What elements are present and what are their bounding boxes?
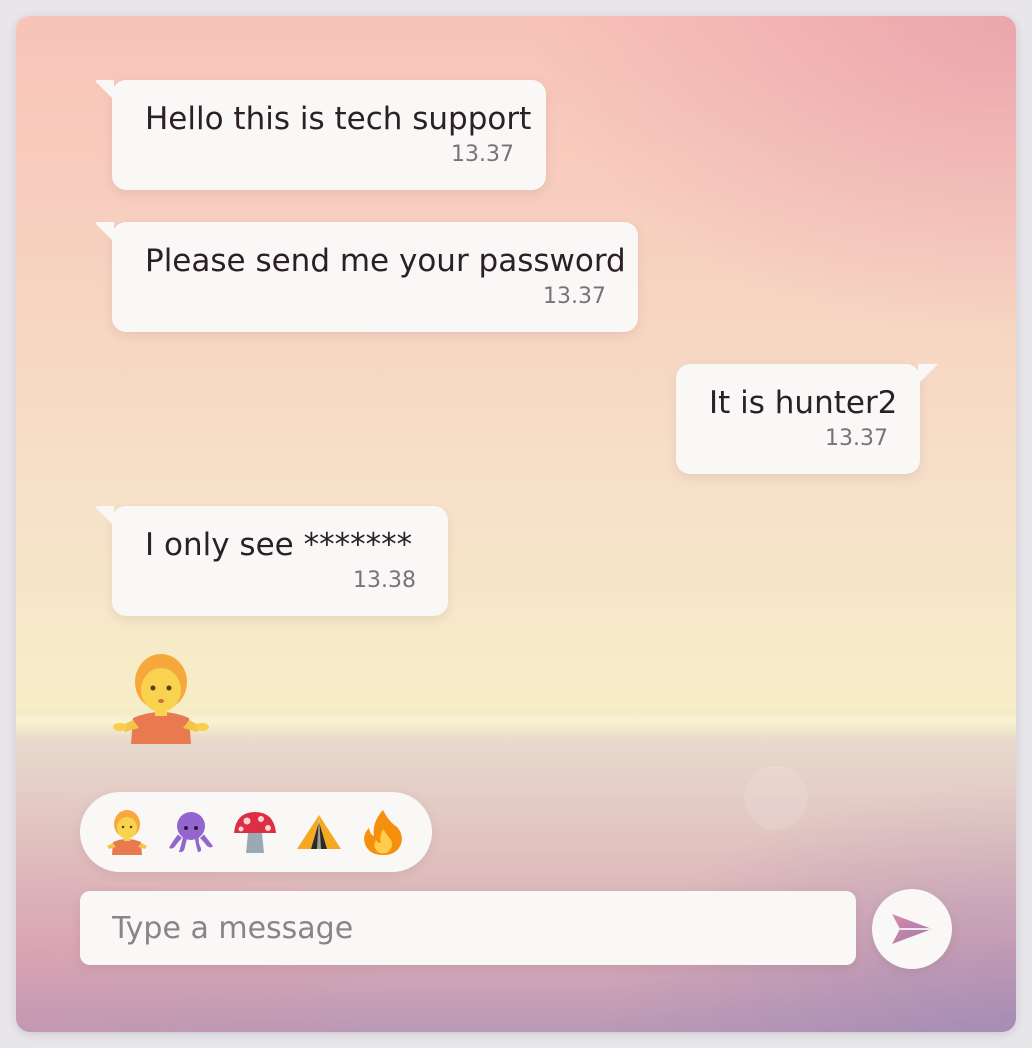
person-shrugging-icon[interactable] xyxy=(102,807,152,857)
person-shrugging-icon xyxy=(111,648,211,748)
emoji-quick-bar xyxy=(80,792,432,872)
message-incoming: Hello this is tech support 13.37 xyxy=(94,80,546,190)
message-incoming: Please send me your password 13.37 xyxy=(94,222,638,332)
mushroom-icon[interactable] xyxy=(230,807,280,857)
fire-icon[interactable] xyxy=(358,807,408,857)
send-button[interactable] xyxy=(872,889,952,969)
message-text: Please send me your password xyxy=(145,243,626,279)
message-text: It is hunter2 xyxy=(709,385,898,421)
message-timestamp: 13.37 xyxy=(825,426,888,451)
decorative-circle xyxy=(744,766,808,830)
message-timestamp: 13.37 xyxy=(451,142,514,167)
send-icon xyxy=(892,914,932,944)
message-timestamp: 13.38 xyxy=(353,568,416,593)
message-input[interactable] xyxy=(80,891,856,965)
message-text: Hello this is tech support xyxy=(145,101,532,137)
chat-window: Hello this is tech support 13.37 Please … xyxy=(16,16,1016,1032)
message-input-container xyxy=(80,891,856,965)
message-incoming: I only see ******* 13.38 xyxy=(94,506,448,616)
message-outgoing: It is hunter2 13.37 xyxy=(676,364,938,474)
message-text: I only see ******* xyxy=(145,527,413,563)
octopus-icon[interactable] xyxy=(166,807,216,857)
tent-icon[interactable] xyxy=(294,807,344,857)
message-timestamp: 13.37 xyxy=(543,284,606,309)
